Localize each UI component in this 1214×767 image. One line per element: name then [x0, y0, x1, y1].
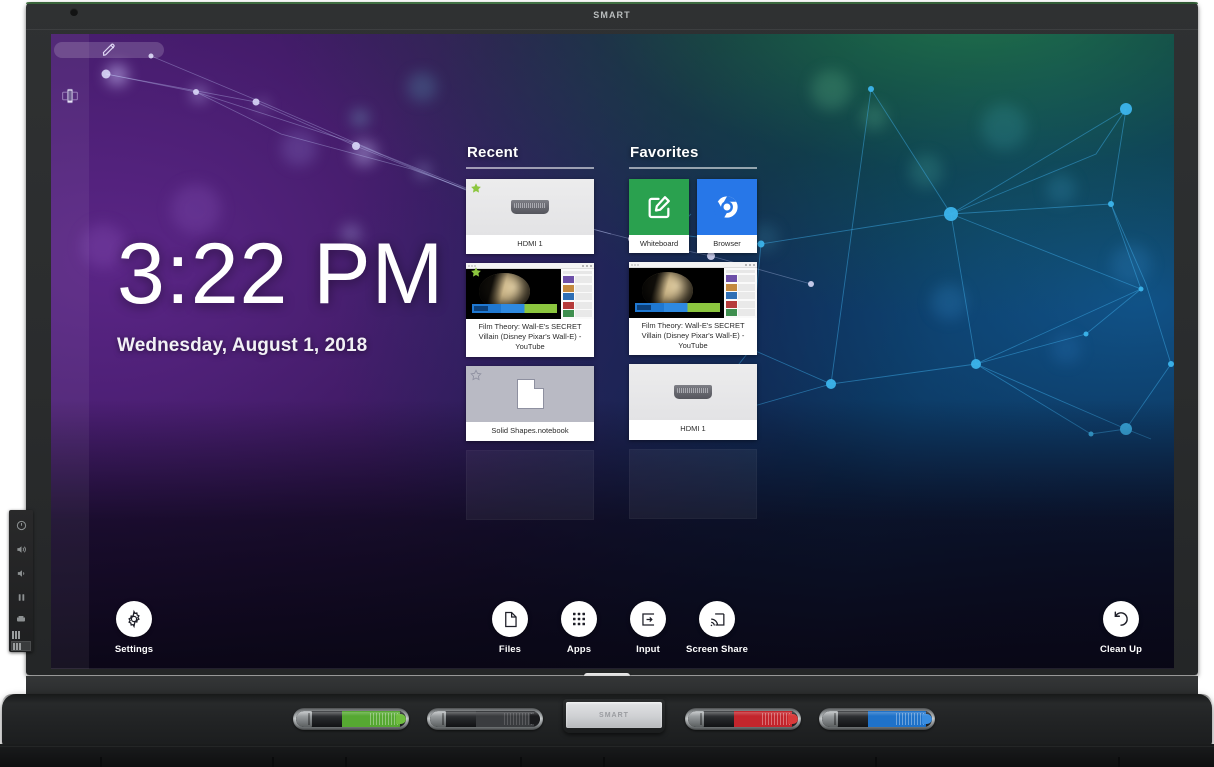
star-filled-icon[interactable]: [470, 266, 482, 278]
red-pen[interactable]: [688, 711, 798, 727]
card-label: HDMI 1: [629, 420, 757, 440]
hdmi-connector-icon: [629, 364, 757, 421]
star-filled-icon[interactable]: [470, 182, 482, 194]
mount-leg: [603, 757, 605, 767]
dock-item-clean-up[interactable]: Clean Up: [1077, 601, 1165, 655]
document-page-icon: [466, 365, 594, 422]
column-rule: [466, 167, 594, 169]
star-outline-icon[interactable]: [470, 368, 482, 381]
dock-label: Screen Share: [686, 644, 748, 655]
pen-tools-button[interactable]: [54, 42, 164, 58]
clock-date: Wednesday, August 1, 2018: [117, 335, 368, 356]
screen-cast-icon: [699, 601, 735, 637]
favorites-card-list: Whiteboard Browser Film Theory: Wall-E's…: [629, 179, 757, 519]
dock-divider: [51, 668, 1174, 669]
indicator-row-active: [11, 641, 31, 651]
hardware-control-panel: [9, 510, 33, 652]
clock-widget: 3:22 PM Wednesday, August 1, 2018: [117, 231, 444, 357]
mount-leg: [345, 757, 347, 767]
eraser[interactable]: SMART: [566, 702, 662, 728]
mount-leg: [875, 757, 877, 767]
volume-up-button[interactable]: [9, 537, 33, 561]
input-connector-icon[interactable]: [9, 607, 33, 631]
app-tile-browser[interactable]: Browser: [697, 179, 757, 253]
mount-leg: [272, 757, 274, 767]
recent-card-list: HDMI 1 Film Theory: Wall-E's SECRET Vill…: [466, 179, 594, 520]
app-name: Browser: [713, 239, 741, 248]
mount-leg: [520, 757, 522, 767]
browser-screenshot: [466, 263, 594, 320]
blue-pen[interactable]: [822, 711, 932, 727]
pen-slot-green[interactable]: [293, 708, 409, 730]
freeze-pause-button[interactable]: [9, 585, 33, 609]
bezel-divider: [26, 29, 1198, 30]
favorite-card-webpage[interactable]: Film Theory: Wall-E's SECRET Villain (Di…: [629, 262, 757, 356]
whiteboard-pencil-icon: [629, 179, 689, 235]
pen-icon: [102, 43, 115, 56]
input-status-indicators: [11, 629, 31, 653]
recent-card-document[interactable]: Solid Shapes.notebook: [466, 365, 594, 441]
library-columns: Recent HDMI 1 Film Theory: Wall-E's SECR…: [466, 144, 757, 520]
black-pen[interactable]: [430, 711, 540, 727]
file-icon: [492, 601, 528, 637]
input-arrow-icon: [630, 601, 666, 637]
apps-grid-icon: [561, 601, 597, 637]
column-title-favorites: Favorites: [630, 144, 699, 161]
brand-logo: SMART: [593, 10, 631, 20]
column-rule: [629, 167, 757, 169]
recent-card-empty-slot[interactable]: [466, 449, 594, 520]
column-recent: Recent HDMI 1 Film Theory: Wall-E's SECR…: [466, 144, 594, 520]
column-favorites: Favorites Whiteboard Browser Film Theory…: [629, 144, 757, 520]
card-label: Film Theory: Wall-E's SECRET Villain (Di…: [466, 319, 594, 357]
undo-refresh-icon: [1103, 601, 1139, 637]
dock-label: Clean Up: [1100, 644, 1142, 655]
bezel-accent-strip: [26, 2, 1198, 4]
eraser-slot[interactable]: SMART: [563, 699, 665, 733]
volume-down-button[interactable]: [9, 561, 33, 585]
screen-share-device-button[interactable]: [54, 80, 86, 112]
column-title-recent: Recent: [467, 144, 519, 161]
pen-slot-blue[interactable]: [819, 708, 935, 730]
dock-label: Settings: [114, 644, 154, 655]
eraser-brand-label: SMART: [599, 711, 629, 719]
mobile-cast-icon: [62, 88, 78, 104]
dock-item-settings[interactable]: Settings: [90, 601, 178, 655]
pen-slot-black[interactable]: [427, 708, 543, 730]
power-button[interactable]: [9, 513, 33, 537]
recent-card-hdmi[interactable]: HDMI 1: [466, 179, 594, 255]
gear-icon: [116, 601, 152, 637]
card-label: Solid Shapes.notebook: [466, 421, 594, 441]
card-label: HDMI 1: [466, 235, 594, 255]
recent-card-webpage[interactable]: Film Theory: Wall-E's SECRET Villain (Di…: [466, 263, 594, 357]
green-pen[interactable]: [296, 711, 406, 727]
tray-base: [0, 744, 1214, 767]
mount-leg: [100, 757, 102, 767]
browser-screenshot: [629, 262, 757, 318]
favorite-card-empty-slot[interactable]: [629, 448, 757, 519]
bottom-dock: Settings Files Apps Input Screen Share C…: [51, 551, 1174, 669]
hdmi-connector-icon: [466, 179, 594, 235]
mount-leg: [1118, 757, 1120, 767]
pen-slot-red[interactable]: [685, 708, 801, 730]
favorite-app-row: Whiteboard Browser: [629, 179, 757, 253]
indicator-row: [11, 629, 31, 639]
dock-item-screen-share[interactable]: Screen Share: [673, 601, 761, 655]
camera-sensor-icon: [70, 8, 78, 16]
chrome-browser-icon: [697, 179, 757, 235]
smart-board-device: SMART 3:22 PM Wednesday, August 1, 2018 …: [0, 0, 1214, 767]
favorite-card-hdmi[interactable]: HDMI 1: [629, 364, 757, 440]
display-screen: 3:22 PM Wednesday, August 1, 2018 Recent: [51, 34, 1174, 669]
clock-time: 3:22 PM: [117, 226, 445, 322]
card-label: Film Theory: Wall-E's SECRET Villain (Di…: [629, 318, 757, 356]
app-name: Whiteboard: [639, 239, 679, 248]
app-tile-whiteboard[interactable]: Whiteboard: [629, 179, 689, 253]
